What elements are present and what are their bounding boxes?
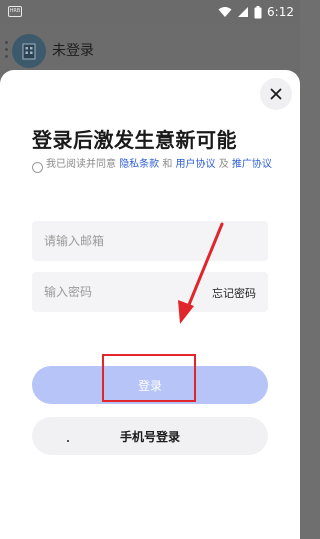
close-icon [270,88,282,100]
agreement: 我已阅读并同意 隐私条款 和 用户协议 及 推广协议 [32,158,272,173]
promo-agreement-link[interactable]: 推广协议 [232,159,272,170]
clock: 6:12 [267,5,294,19]
page-title: 登录后激发生意新可能 [32,128,237,152]
agreement-and: 和 [159,159,176,170]
dot-mark [67,440,69,442]
close-button[interactable] [260,78,292,110]
app-notification-icon: HRB [8,6,22,17]
user-name: 未登录 [52,43,94,59]
status-icons: 6:12 [218,3,294,21]
phone-login-label: 手机号登录 [119,429,180,444]
status-bar: HRB 6:12 [0,0,300,24]
forgot-password-link[interactable]: 忘记密码 [212,285,256,301]
more-dots-icon [5,41,8,61]
password-input[interactable] [32,272,192,312]
email-field[interactable] [32,221,268,261]
annotation-highlight-box [102,354,196,402]
phone-login-button[interactable]: 手机号登录 [32,417,268,455]
battery-icon [254,5,262,18]
building-icon [22,43,36,60]
user-agreement-link[interactable]: 用户协议 [176,159,216,170]
background-profile-header: 未登录 [0,24,300,76]
wifi-icon [218,7,232,17]
avatar [12,34,46,68]
agreement-prefix: 我已阅读并同意 [46,159,120,170]
privacy-link[interactable]: 隐私条款 [119,159,159,170]
agree-radio[interactable] [32,162,43,173]
agreement-text: 我已阅读并同意 隐私条款 和 用户协议 及 推广协议 [32,158,272,172]
agreement-and2: 及 [215,159,232,170]
password-field[interactable]: 忘记密码 [32,272,268,312]
signal-icon [238,7,249,17]
email-input[interactable] [32,221,268,261]
